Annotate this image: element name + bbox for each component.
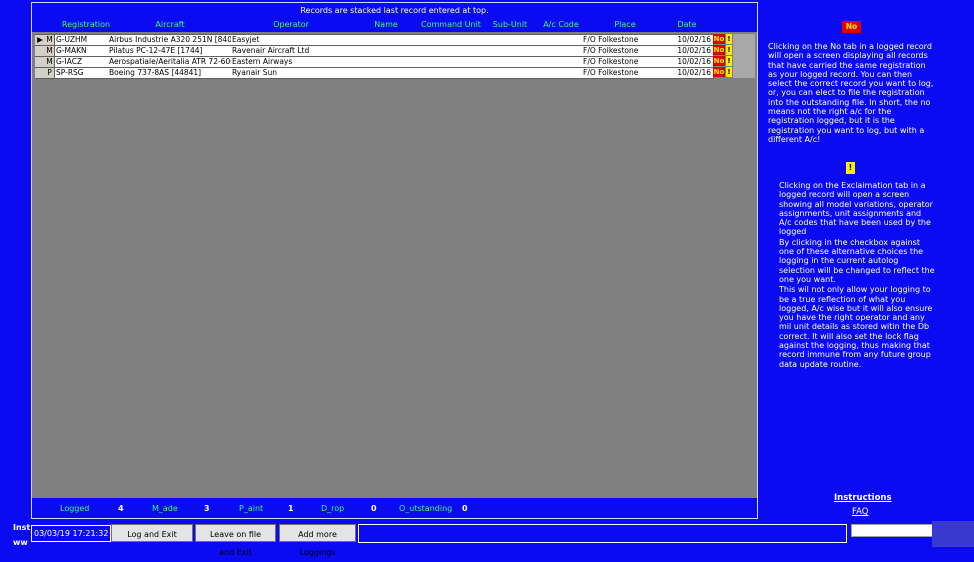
no-tab-sample: No	[842, 21, 861, 33]
exclamation-button[interactable]: !	[726, 34, 732, 44]
cropped-label: ww	[13, 538, 28, 547]
cell-name[interactable]	[351, 67, 422, 79]
faq-link[interactable]: FAQ	[852, 507, 868, 517]
row-filler	[733, 56, 755, 67]
cell-registration[interactable]: SP-RSG	[55, 67, 109, 79]
no-button[interactable]: No	[713, 56, 725, 66]
header-operator: Operator	[273, 20, 309, 29]
row-filler	[733, 34, 755, 45]
log-and-exit-button[interactable]: Log and Exit	[111, 524, 193, 542]
cell-sub-unit[interactable]	[480, 67, 541, 79]
counts-bar: Logged 4 M_ade 3 P_aint 1 D_rop 0 O_utst…	[32, 498, 757, 518]
help-paragraph: By clicking in the checkbox against one …	[779, 237, 935, 284]
grid-caption: Records are stacked last record entered …	[300, 6, 489, 15]
outstanding-count: 0	[462, 504, 468, 513]
cell-place[interactable]: F/O Folkestone	[582, 67, 669, 79]
no-button[interactable]: No	[713, 45, 725, 55]
leave-on-file-exit-button[interactable]: Leave on file and Exit	[195, 524, 276, 557]
header-place: Place	[614, 20, 636, 29]
help-paragraph: Clicking on the Exclaimation tab in a lo…	[779, 181, 933, 237]
exclamation-tab-help-text: Clicking on the Exclaimation tab in a lo…	[779, 181, 935, 370]
drop-label: D_rop	[321, 504, 345, 513]
made-count: 3	[204, 504, 210, 513]
logged-count: 4	[118, 504, 124, 513]
instructions-link[interactable]: Instructions	[834, 493, 892, 503]
cell-command-unit[interactable]	[421, 67, 481, 79]
cell-aircraft[interactable]: Boeing 737-8AS [44841]	[108, 67, 232, 79]
right-edge-strip	[932, 521, 974, 547]
search-input[interactable]	[851, 524, 933, 537]
cropped-label: Inst	[13, 523, 31, 532]
header-command-unit: Command Unit	[421, 20, 481, 29]
row-filler	[733, 67, 755, 78]
table-row[interactable]: M G-IACZ Aerospatiale/Aeritalia ATR 72-6…	[32, 56, 757, 68]
cell-date[interactable]: 10/02/16	[668, 67, 714, 79]
made-label: M_ade	[152, 504, 178, 513]
header-ac-code: A/c Code	[543, 20, 579, 29]
logged-label: Logged	[60, 504, 90, 513]
header-sub-unit: Sub-Unit	[492, 20, 528, 29]
no-tab-help-text: Clicking on the No tab in a logged recor…	[768, 42, 934, 144]
exclamation-button[interactable]: !	[726, 45, 732, 55]
row-type: P	[44, 67, 55, 79]
exclamation-button[interactable]: !	[726, 67, 732, 77]
table-row[interactable]: ▶ M G-UZHM Airbus Industrie A320 251N [8…	[32, 34, 757, 46]
exclamation-button[interactable]: !	[726, 56, 732, 66]
no-button[interactable]: No	[713, 34, 725, 44]
records-grid[interactable]: ▶ M G-UZHM Airbus Industrie A320 251N [8…	[32, 32, 757, 498]
header-name: Name	[374, 20, 398, 29]
no-button[interactable]: No	[713, 67, 725, 77]
exclamation-tab-sample: !	[846, 162, 855, 174]
drop-count: 0	[371, 504, 377, 513]
add-more-loggings-button[interactable]: Add more Loggings	[279, 524, 356, 557]
help-paragraph: This wil not only allow your logging to …	[779, 285, 933, 369]
paint-count: 1	[288, 504, 294, 513]
table-row[interactable]: M G-MAKN Pilatus PC-12-47E [1744] Ravena…	[32, 45, 757, 57]
records-panel: Records are stacked last record entered …	[31, 2, 758, 519]
cell-operator[interactable]: Ryanair Sun	[231, 67, 352, 79]
header-aircraft: Aircraft	[155, 20, 185, 29]
cell-ac-code[interactable]	[540, 67, 583, 79]
header-registration: Registration	[61, 20, 111, 29]
datetime-field[interactable]: 03/03/19 17:21:32	[31, 525, 111, 542]
grid-header-row: Registration Aircraft Operator Name Comm…	[32, 20, 757, 32]
outstanding-label: O_utstanding	[399, 504, 453, 513]
header-date: Date	[677, 20, 697, 29]
status-field	[358, 524, 847, 543]
row-filler	[733, 45, 755, 56]
paint-label: P_aint	[239, 504, 264, 513]
table-row[interactable]: P SP-RSG Boeing 737-8AS [44841] Ryanair …	[32, 67, 757, 79]
